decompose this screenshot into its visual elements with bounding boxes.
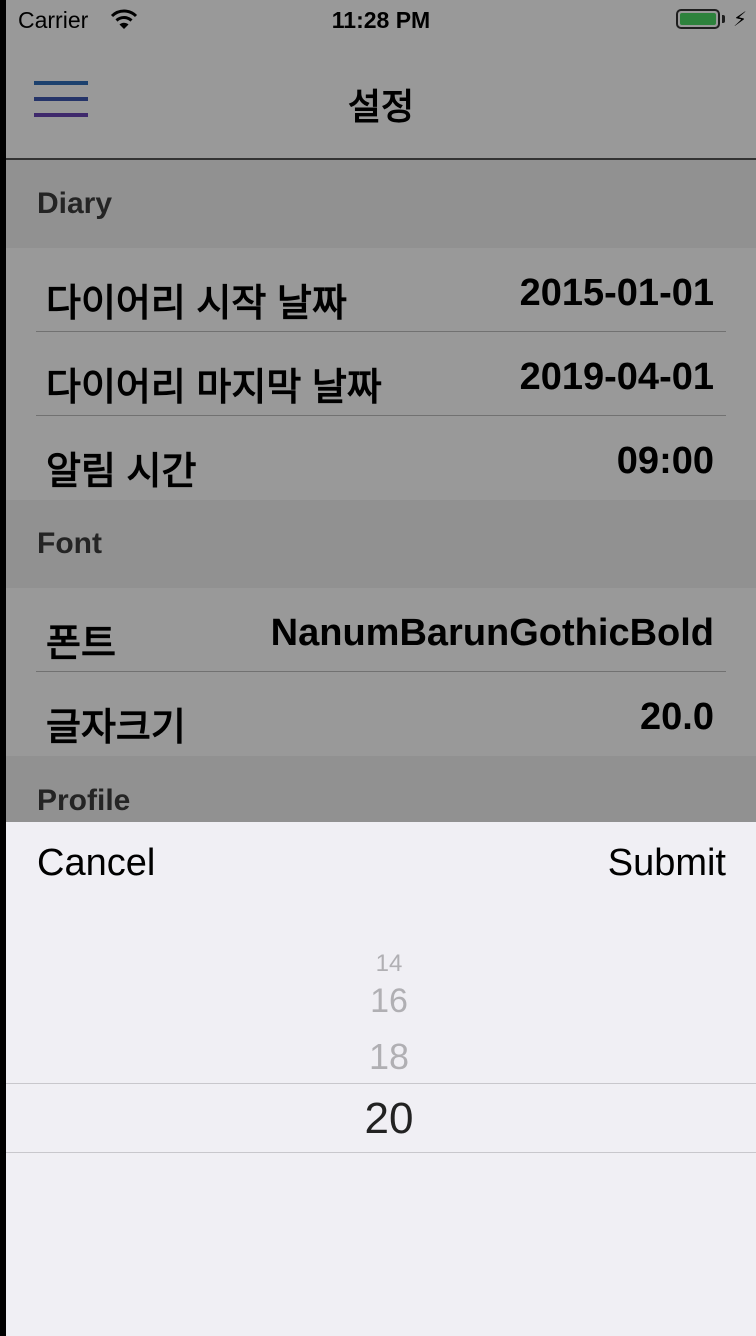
cancel-button[interactable]: Cancel <box>37 842 155 885</box>
dim-overlay[interactable] <box>6 0 756 822</box>
picker-option[interactable]: 16 <box>6 982 756 1021</box>
app-screen: Carrier 11:28 PM ⚡ 설정 Diary 다이어리 시작 날짜 2… <box>6 0 756 1336</box>
picker-selected-option[interactable]: 20 <box>6 1094 756 1144</box>
picker-option[interactable]: 18 <box>6 1036 756 1078</box>
picker-selection-top-line <box>6 1083 756 1084</box>
submit-button[interactable]: Submit <box>608 842 726 885</box>
picker-selection-bottom-line <box>6 1152 756 1153</box>
picker-option[interactable]: 14 <box>6 950 756 972</box>
picker-sheet: Cancel Submit 14 16 18 20 <box>6 822 756 1336</box>
